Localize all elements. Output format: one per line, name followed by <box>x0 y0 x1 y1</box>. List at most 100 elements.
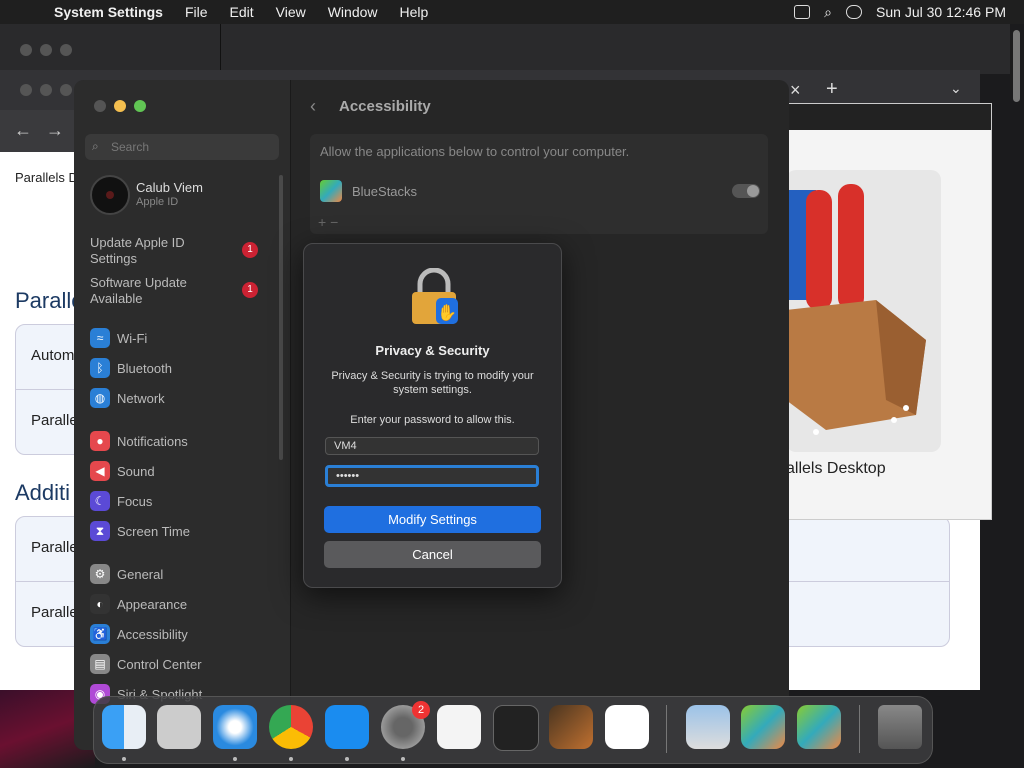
add-remove-buttons[interactable]: + − <box>318 214 338 230</box>
lock-icon: ✋ <box>412 268 458 324</box>
sidebar-scrollbar[interactable] <box>279 175 283 460</box>
password-field[interactable]: •••••• <box>325 465 539 487</box>
wifi-icon: ≈ <box>90 328 110 348</box>
profile-name: Calub Viem <box>136 180 203 195</box>
textedit-icon[interactable] <box>437 705 481 749</box>
sidebar-item-label: General <box>117 566 164 582</box>
bluestacks-x-icon[interactable] <box>797 705 841 749</box>
modify-settings-button[interactable]: Modify Settings <box>324 506 541 533</box>
close-dot-icon[interactable] <box>20 84 32 96</box>
back-chevron-icon[interactable]: ‹ <box>310 96 316 117</box>
back-arrow-icon[interactable]: ← <box>14 120 32 141</box>
finder-icon[interactable] <box>102 705 146 749</box>
notification-badge: 1 <box>242 242 258 258</box>
new-tab-icon[interactable]: + <box>826 78 838 101</box>
window-header <box>786 104 991 130</box>
settings-sidebar: ⌕ Search Calub Viem Apple ID Update Appl… <box>74 80 291 750</box>
sidebar-item-label: Sound <box>117 463 155 479</box>
menu-edit[interactable]: Edit <box>230 4 254 20</box>
accessibility-icon: ♿ <box>90 624 110 644</box>
speaker-icon: ◀ <box>90 461 110 481</box>
menu-help[interactable]: Help <box>400 4 429 20</box>
username-field[interactable]: VM4 <box>325 437 539 455</box>
sidebar-item-accessibility[interactable]: ♿ Accessibility <box>90 624 188 644</box>
control-center-icon[interactable] <box>846 5 863 19</box>
scrollbar[interactable] <box>1013 30 1020 102</box>
dock-divider <box>666 705 667 753</box>
notification-badge: 2 <box>412 701 430 719</box>
sidebar-item-control-center[interactable]: ▤ Control Center <box>90 654 202 674</box>
preview-icon[interactable] <box>686 705 730 749</box>
search-icon: ⌕ <box>92 139 99 153</box>
globe-icon: ◍ <box>90 388 110 408</box>
sidebar-item-label: Network <box>117 390 165 406</box>
close-tab-icon[interactable]: × <box>790 80 801 101</box>
running-indicator <box>289 757 293 761</box>
bluestacks-icon <box>320 180 342 202</box>
menu-window[interactable]: Window <box>328 4 378 20</box>
sidebar-item-appearance[interactable]: ◐ Appearance <box>90 594 187 614</box>
trash-icon[interactable] <box>878 705 922 749</box>
gear-icon: ⚙ <box>90 564 110 584</box>
close-dot-icon[interactable] <box>20 44 32 56</box>
sidebar-item-notifications[interactable]: ● Notifications <box>90 431 188 451</box>
sidebar-item-label: Notifications <box>117 433 188 449</box>
parallels-installer-window: allels Desktop <box>785 103 992 520</box>
minimize-button[interactable] <box>114 100 126 112</box>
menu-file[interactable]: File <box>185 4 208 20</box>
menu-view[interactable]: View <box>276 4 306 20</box>
zoom-dot-icon[interactable] <box>60 44 72 56</box>
chevron-down-icon[interactable]: ⌄ <box>950 80 962 97</box>
sidebar-item-wifi[interactable]: ≈ Wi-Fi <box>90 328 147 348</box>
spotlight-search-icon[interactable]: ⌕ <box>824 4 832 21</box>
profile-subtitle: Apple ID <box>136 196 179 208</box>
sidebar-item-network[interactable]: ◍ Network <box>90 388 165 408</box>
app-store-icon[interactable] <box>325 705 369 749</box>
search-input[interactable]: ⌕ Search <box>85 134 279 160</box>
bluetooth-icon: ᛒ <box>90 358 110 378</box>
garageband-icon[interactable] <box>549 705 593 749</box>
safari-icon[interactable] <box>213 705 257 749</box>
dialog-prompt: Enter your password to allow this. <box>350 414 515 426</box>
cancel-button[interactable]: Cancel <box>324 541 541 568</box>
bluestacks-toggle[interactable] <box>732 184 760 198</box>
minimize-dot-icon[interactable] <box>40 84 52 96</box>
vscode-icon[interactable] <box>605 705 649 749</box>
svg-text:✋: ✋ <box>437 303 457 322</box>
forward-arrow-icon[interactable]: → <box>46 120 64 141</box>
menu-app-name[interactable]: System Settings <box>54 4 163 20</box>
avatar <box>90 175 130 215</box>
sidebar-item-sound[interactable]: ◀ Sound <box>90 461 155 481</box>
screen-mirroring-icon[interactable] <box>794 5 811 19</box>
terminal-icon[interactable] <box>493 705 539 751</box>
sidebar-item-general[interactable]: ⚙ General <box>90 564 163 584</box>
software-update-notice[interactable]: Software Update Available <box>90 275 230 307</box>
parallels-desktop-label: allels Desktop <box>786 460 886 477</box>
menu-bar: System Settings File Edit View Window He… <box>0 0 1024 24</box>
sidebar-item-label: Screen Time <box>117 523 190 539</box>
bluestacks-icon[interactable] <box>741 705 785 749</box>
sidebar-item-label: Control Center <box>117 656 202 672</box>
menu-clock[interactable]: Sun Jul 30 12:46 PM <box>876 4 1006 20</box>
sidebar-item-focus[interactable]: ☾ Focus <box>90 491 152 511</box>
sidebar-item-bluetooth[interactable]: ᛒ Bluetooth <box>90 358 172 378</box>
dialog-message: Privacy & Security is trying to modify y… <box>331 370 534 396</box>
running-indicator <box>345 757 349 761</box>
sidebar-item-screen-time[interactable]: ⧗ Screen Time <box>90 521 190 541</box>
dock-divider <box>859 705 860 753</box>
zoom-dot-icon[interactable] <box>60 84 72 96</box>
parallels-box-icon[interactable] <box>786 170 941 452</box>
chrome-icon[interactable] <box>269 705 313 749</box>
bell-icon: ● <box>90 431 110 451</box>
launchpad-icon[interactable] <box>157 705 201 749</box>
close-button[interactable] <box>94 100 106 112</box>
update-apple-id-notice[interactable]: Update Apple ID Settings <box>90 235 230 267</box>
divider <box>220 24 221 74</box>
app-name: BlueStacks <box>352 184 418 199</box>
page-title: Accessibility <box>339 98 431 115</box>
sidebar-item-label: Bluetooth <box>117 360 172 376</box>
search-placeholder: Search <box>111 140 150 154</box>
sidebar-item-label: Wi-Fi <box>117 330 148 346</box>
minimize-dot-icon[interactable] <box>40 44 52 56</box>
zoom-button[interactable] <box>134 100 146 112</box>
